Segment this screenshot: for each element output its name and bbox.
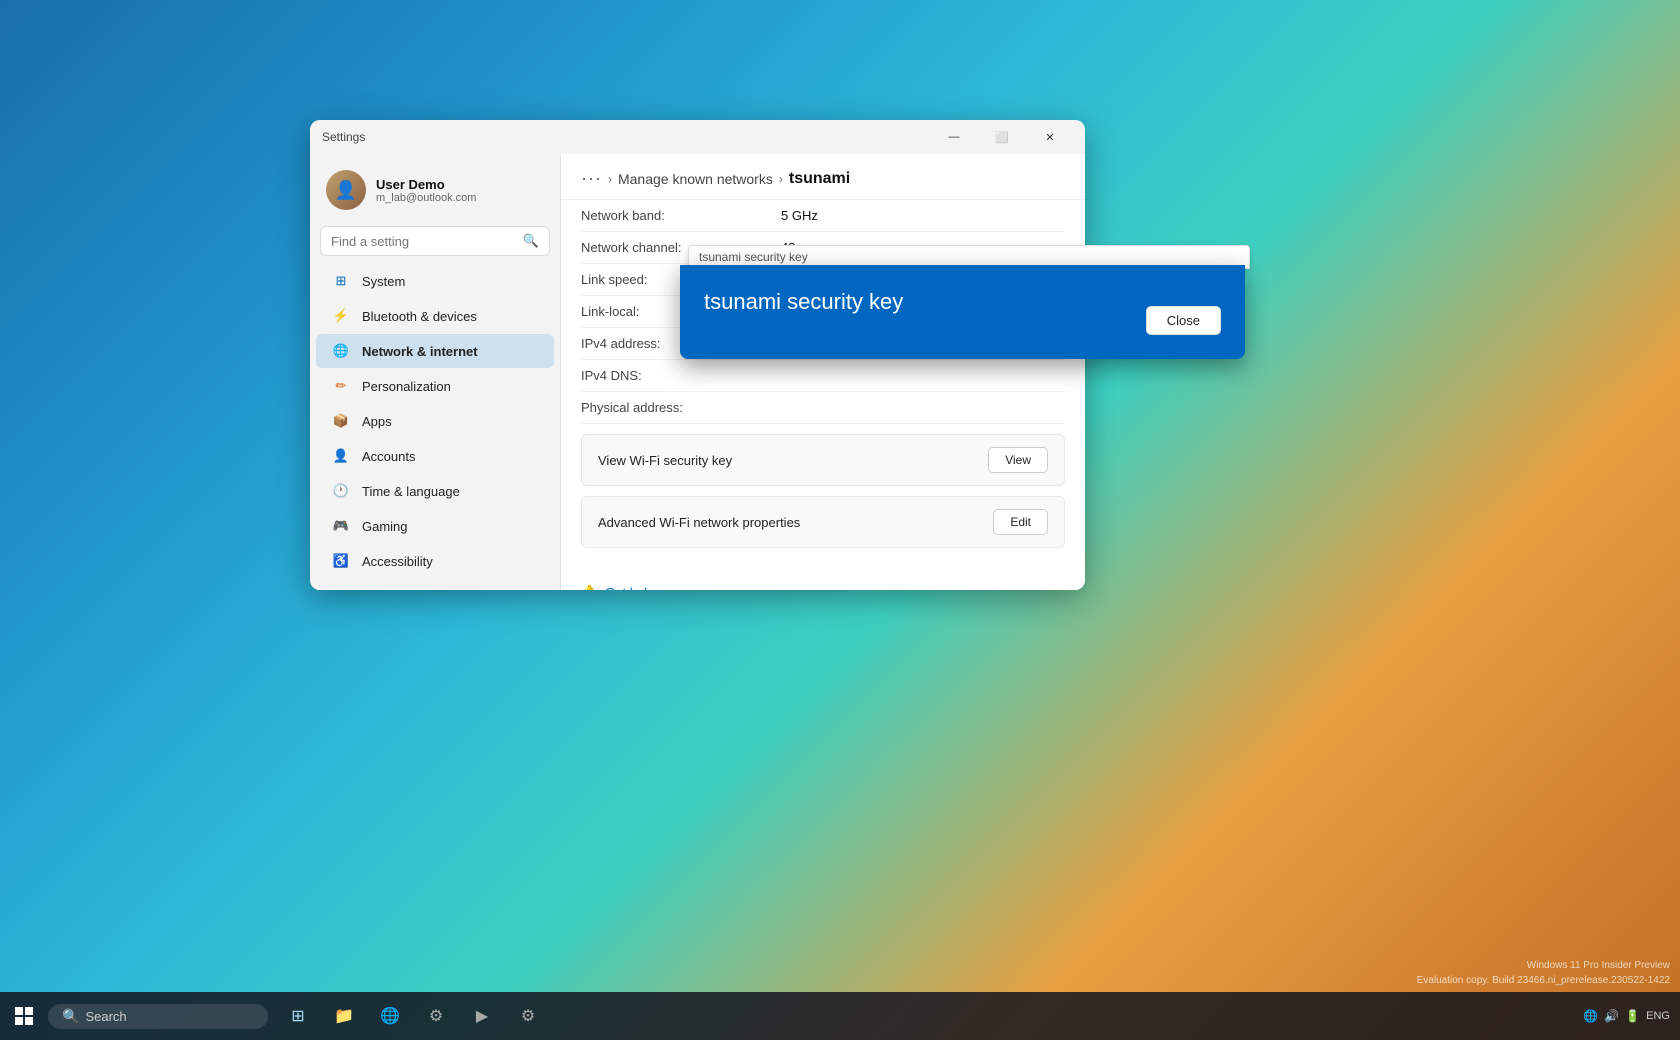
info-row-ipv4dns: IPv4 DNS:	[581, 360, 1065, 392]
advanced-wifi-card: Advanced Wi-Fi network properties Edit	[581, 496, 1065, 548]
network-status-icon: 🌐	[1583, 1009, 1598, 1023]
terminal-icon: ▶	[476, 1006, 488, 1026]
sidebar-item-accounts[interactable]: 👤 Accounts	[316, 439, 554, 473]
breadcrumb-chevron-1: ›	[608, 172, 612, 186]
taskbar-explorer-button[interactable]: 📁	[322, 994, 366, 1038]
gaming-icon: 🎮	[332, 517, 350, 535]
info-label-band: Network band:	[581, 208, 781, 223]
sidebar-item-label-personalization: Personalization	[362, 379, 451, 394]
advanced-wifi-label: Advanced Wi-Fi network properties	[598, 515, 800, 530]
taskbar-search-label: Search	[85, 1009, 126, 1024]
personalization-icon: ✏	[332, 377, 350, 395]
sidebar-item-label-time: Time & language	[362, 484, 460, 499]
network-icon: 🌐	[332, 342, 350, 360]
battery-icon: 🔋	[1625, 1009, 1640, 1023]
bluetooth-icon: ⚡	[332, 307, 350, 325]
sidebar-item-gaming[interactable]: 🎮 Gaming	[316, 509, 554, 543]
sidebar-item-label-accessibility: Accessibility	[362, 554, 433, 569]
avatar-icon: 👤	[335, 180, 357, 201]
maximize-button[interactable]: ⬜	[979, 122, 1025, 152]
titlebar: Settings — ⬜ ✕	[310, 120, 1085, 154]
info-label-ipv4dns: IPv4 DNS:	[581, 368, 781, 383]
user-name: User Demo	[376, 177, 476, 192]
sidebar-item-personalization[interactable]: ✏ Personalization	[316, 369, 554, 403]
window-body: 👤 User Demo m_lab@outlook.com 🔍 ⊞ System…	[310, 154, 1085, 590]
user-email: m_lab@outlook.com	[376, 192, 476, 204]
taskbar-search-icon: 🔍	[62, 1008, 79, 1025]
sidebar-item-label-gaming: Gaming	[362, 519, 408, 534]
security-dialog: tsunami security key Close	[680, 265, 1245, 359]
help-icon: 🔔	[581, 584, 597, 590]
close-button[interactable]: ✕	[1027, 122, 1073, 152]
start-icon	[15, 1007, 33, 1025]
sidebar-item-system[interactable]: ⊞ System	[316, 264, 554, 298]
settings-search-input[interactable]	[331, 234, 517, 249]
sidebar-item-label-system: System	[362, 274, 405, 289]
settings-search-box[interactable]: 🔍	[320, 226, 550, 256]
watermark-line2: Evaluation copy. Build 23466.ni_prerelea…	[1417, 973, 1670, 988]
taskbar-search[interactable]: 🔍 Search	[48, 1004, 268, 1029]
apps-icon: 📦	[332, 412, 350, 430]
window-title: Settings	[322, 130, 923, 144]
taskbar-widgets-button[interactable]: ⊞	[276, 994, 320, 1038]
wifi-security-key-label: View Wi-Fi security key	[598, 453, 732, 468]
taskbar-edge-button[interactable]: 🌐	[368, 994, 412, 1038]
volume-icon: 🔊	[1604, 1009, 1619, 1023]
search-icon: 🔍	[523, 233, 539, 249]
tooltip-text: tsunami security key	[699, 250, 808, 264]
edge-icon: 🌐	[380, 1006, 400, 1026]
watermark-line1: Windows 11 Pro Insider Preview	[1417, 958, 1670, 973]
dialog-close-button[interactable]: Close	[1146, 306, 1221, 335]
sidebar-item-label-apps: Apps	[362, 414, 392, 429]
sidebar: 👤 User Demo m_lab@outlook.com 🔍 ⊞ System…	[310, 154, 560, 590]
widgets-icon: ⊞	[291, 1006, 304, 1026]
eng-label: ENG	[1646, 1010, 1670, 1022]
breadcrumb-parent[interactable]: Manage known networks	[618, 171, 773, 187]
edit-wifi-button[interactable]: Edit	[993, 509, 1048, 535]
sidebar-item-time[interactable]: 🕐 Time & language	[316, 474, 554, 508]
sidebar-item-label-network: Network & internet	[362, 344, 478, 359]
explorer-icon: 📁	[334, 1006, 354, 1026]
get-help-label: Get help	[605, 585, 654, 591]
sidebar-item-label-accounts: Accounts	[362, 449, 415, 464]
windows-watermark: Windows 11 Pro Insider Preview Evaluatio…	[1417, 958, 1670, 988]
taskbar-terminal-button[interactable]: ▶	[460, 994, 504, 1038]
time-icon: 🕐	[332, 482, 350, 500]
sidebar-item-bluetooth[interactable]: ⚡ Bluetooth & devices	[316, 299, 554, 333]
breadcrumb-chevron-2: ›	[779, 172, 783, 186]
info-row-band: Network band: 5 GHz	[581, 200, 1065, 232]
settings2-icon: ⚙	[521, 1006, 535, 1026]
taskbar-app1-button[interactable]: ⚙	[414, 994, 458, 1038]
info-value-band: 5 GHz	[781, 208, 818, 223]
taskbar-icons: ⊞ 📁 🌐 ⚙ ▶ ⚙	[276, 994, 550, 1038]
taskbar-settings2-button[interactable]: ⚙	[506, 994, 550, 1038]
taskbar: 🔍 Search ⊞ 📁 🌐 ⚙ ▶ ⚙ 🌐 🔊 🔋 ENG	[0, 992, 1680, 1040]
get-help-link[interactable]: 🔔 Get help	[561, 568, 1085, 590]
info-label-physical: Physical address:	[581, 400, 781, 415]
window-controls: — ⬜ ✕	[931, 122, 1073, 152]
content-header: ··· › Manage known networks › tsunami	[561, 154, 1085, 200]
accessibility-icon: ♿	[332, 552, 350, 570]
user-info: User Demo m_lab@outlook.com	[376, 177, 476, 204]
info-row-physical: Physical address:	[581, 392, 1065, 424]
accounts-icon: 👤	[332, 447, 350, 465]
sidebar-item-apps[interactable]: 📦 Apps	[316, 404, 554, 438]
sidebar-item-network[interactable]: 🌐 Network & internet	[316, 334, 554, 368]
app1-icon: ⚙	[429, 1006, 443, 1026]
user-profile: 👤 User Demo m_lab@outlook.com	[310, 162, 560, 226]
sidebar-item-label-bluetooth: Bluetooth & devices	[362, 309, 477, 324]
breadcrumb-dots[interactable]: ···	[581, 168, 602, 189]
sidebar-item-accessibility[interactable]: ♿ Accessibility	[316, 544, 554, 578]
main-content: ··· › Manage known networks › tsunami Ne…	[560, 154, 1085, 590]
breadcrumb-current: tsunami	[789, 170, 850, 188]
minimize-button[interactable]: —	[931, 122, 977, 152]
taskbar-system-icons: 🌐 🔊 🔋 ENG	[1573, 1009, 1680, 1023]
dialog-title: tsunami security key	[704, 289, 1221, 315]
start-button[interactable]	[0, 992, 48, 1040]
system-icon: ⊞	[332, 272, 350, 290]
avatar: 👤	[326, 170, 366, 210]
view-security-key-button[interactable]: View	[988, 447, 1048, 473]
wifi-security-key-card: View Wi-Fi security key View	[581, 434, 1065, 486]
